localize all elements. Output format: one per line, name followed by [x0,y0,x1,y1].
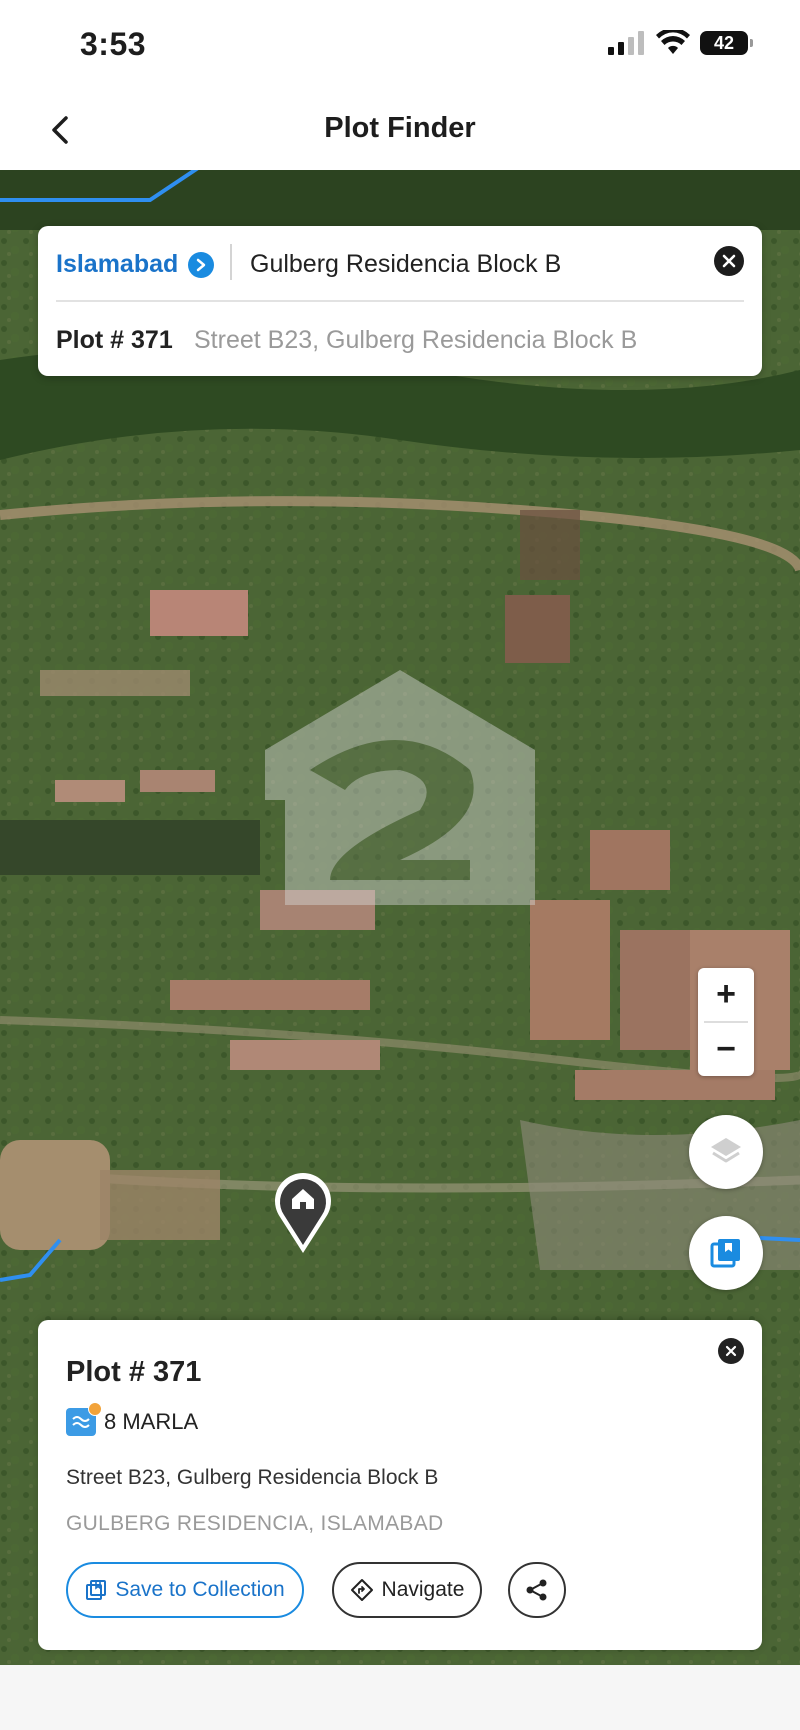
status-time: 3:53 [80,26,147,62]
zoom-out-button[interactable]: − [698,1023,754,1076]
search-divider [230,244,232,280]
collections-button[interactable] [689,1216,763,1290]
save-to-collection-button[interactable]: Save to Collection [66,1562,304,1618]
close-icon [725,1345,737,1357]
area-size-icon [66,1402,102,1436]
collection-icon [710,1239,740,1268]
close-icon [722,254,736,268]
search-separator [56,300,744,302]
plot-size-label: 8 MARLA [104,1409,199,1434]
plot-street: Street B23, Gulberg Residencia Block B [66,1466,439,1489]
battery-level: 42 [713,32,735,53]
plot-location-pin-icon[interactable] [270,1165,336,1257]
clear-search-button[interactable] [714,246,744,276]
layers-icon [711,1138,741,1163]
signal-icon [608,31,644,55]
share-button[interactable] [508,1562,566,1618]
info-badge-icon [88,1402,102,1416]
collection-icon [86,1580,107,1600]
city-label: Islamabad [56,250,179,278]
zoom-in-button[interactable]: + [698,968,754,1021]
navigate-button[interactable]: Navigate [332,1562,482,1618]
plot-title: Plot # 371 [66,1356,202,1388]
save-label: Save to Collection [115,1578,285,1601]
navigate-label: Navigate [381,1578,465,1601]
bottom-safe-area [0,1665,800,1730]
city-selector[interactable]: Islamabad [56,250,215,279]
search-card: Islamabad Gulberg Residencia Block B Plo… [38,226,762,376]
status-icons: 42 [608,30,753,56]
plot-detail-card: Plot # 371 8 MARLA Street B23, Gulberg R… [38,1320,762,1650]
chevron-right-icon [188,251,215,278]
plot-area: GULBERG RESIDENCIA, ISLAMABAD [66,1512,444,1535]
page-title: Plot Finder [324,112,476,144]
search-result-address[interactable]: Street B23, Gulberg Residencia Block B [194,326,637,355]
navigation-bar: Plot Finder [0,90,800,170]
share-icon [526,1579,547,1601]
close-detail-button[interactable] [718,1338,744,1364]
status-bar: 3:53 42 [0,0,800,90]
plot-size: 8 MARLA [66,1402,199,1436]
search-input[interactable]: Gulberg Residencia Block B [250,250,561,279]
zoom-controls: + − [698,968,754,1076]
search-result-plot[interactable]: Plot # 371 [56,326,173,355]
directions-icon [350,1579,373,1601]
battery-icon: 42 [700,31,753,55]
wifi-icon [656,30,690,54]
map-layers-button[interactable] [689,1115,763,1189]
